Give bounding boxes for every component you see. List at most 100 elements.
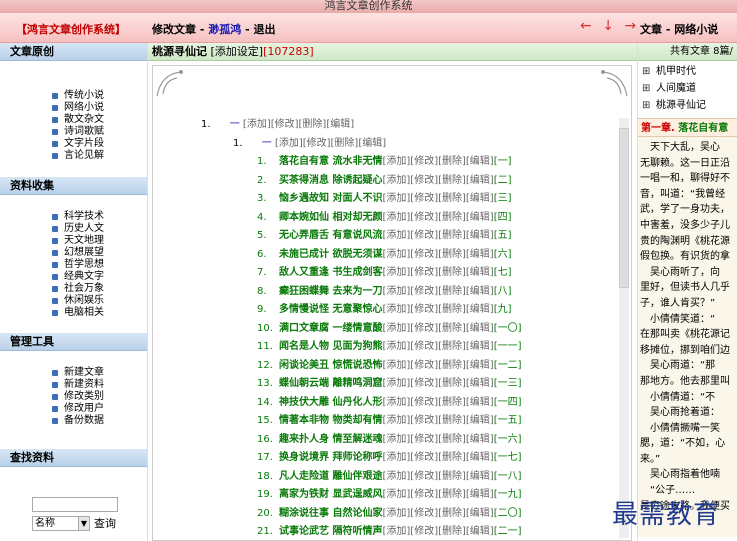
chapter-title-link[interactable]: 闲谈论美丑 惊慌说恐怖 [279, 360, 382, 371]
system-name[interactable]: 【鸿言文章创作系统】 [16, 21, 126, 37]
sidebar-item[interactable]: 网络小说 [52, 102, 147, 114]
tree-level2: 1. 一 [添加][修改][删除][编辑] [153, 135, 633, 154]
sidebar-item[interactable]: 休闲娱乐 [52, 295, 147, 307]
chapter-title-link[interactable]: 卿本婉如仙 相对却无颜 [279, 212, 382, 223]
book-item[interactable]: 桃源寻仙记 [642, 97, 737, 114]
reader-text: 天下大乱，吴心 无聊赖。这一日正沿 一唱一和，聊得好不 音，叫道：“我曾经 武，学了一身… [638, 137, 737, 537]
chapter-title-link[interactable]: 离家为铁财 显武逞威风 [279, 489, 382, 500]
sidebar-item[interactable]: 诗词歌赋 [52, 126, 147, 138]
search-field-select[interactable]: 名称 ▼ [32, 515, 90, 531]
chapter-index: [二〇] [493, 507, 522, 519]
chapter-title-link[interactable]: 多情慢说怪 无意聚惊心 [279, 304, 382, 315]
chapter-ops[interactable]: [添加][修改][删除][编辑] [382, 471, 493, 482]
level2-ops[interactable]: [添加][修改][删除][编辑] [275, 138, 386, 149]
user-link[interactable]: 渺孤鸿 [208, 23, 241, 36]
chapter-ops[interactable]: [添加][修改][删除][编辑] [382, 397, 493, 408]
chapter-ops[interactable]: [添加][修改][删除][编辑] [382, 415, 493, 426]
logout-link[interactable]: 退出 [253, 23, 275, 36]
sidebar-item[interactable]: 电脑相关 [52, 307, 147, 319]
chapter-ops[interactable]: [添加][修改][删除][编辑] [382, 434, 493, 445]
chapter-row: 15. 情著本非物 物类却有情[添加][修改][删除][编辑][一五] [153, 412, 633, 431]
scroll-thumb[interactable] [619, 128, 629, 288]
chapter-title-link[interactable]: 换身说境界 拜师论称呼 [279, 452, 382, 463]
chapter-ops[interactable]: [添加][修改][删除][编辑] [382, 193, 493, 204]
sidebar-item[interactable]: 修改类别 [52, 391, 147, 403]
sidebar-item[interactable]: 言论见解 [52, 150, 147, 162]
chapter-ops[interactable]: [添加][修改][删除][编辑] [382, 249, 493, 260]
chapter-ops[interactable]: [添加][修改][删除][编辑] [382, 341, 493, 352]
sidebar-item[interactable]: 文字片段 [52, 138, 147, 150]
chapter-title-link[interactable]: 凡人走险道 雕仙伴艰途 [279, 471, 382, 482]
chapter-title-link[interactable]: 恼乡遇故知 对面人不识 [279, 193, 382, 204]
chapter-title-link[interactable]: 趣来扑人身 情至解迷魂 [279, 434, 382, 445]
reader-line: 武，学了一身功夫， [640, 204, 730, 216]
chapter-title-link[interactable]: 无心弄唇舌 有意说风流 [279, 230, 382, 241]
chapter-num: 10. [257, 322, 273, 334]
chapter-title-link[interactable]: 闻名是人物 见面为狗熊 [279, 341, 382, 352]
chapter-ops[interactable]: [添加][修改][删除][编辑] [382, 286, 493, 297]
chapter-num: 13. [257, 378, 273, 389]
sidebar-item[interactable]: 天文地理 [52, 235, 147, 247]
chapter-ops[interactable]: [添加][修改][删除][编辑] [382, 508, 493, 519]
arrow-down-icon[interactable]: ↓ [602, 18, 614, 34]
chapter-ops[interactable]: [添加][修改][删除][编辑] [382, 323, 493, 334]
chapter-ops[interactable]: [添加][修改][删除][编辑] [382, 212, 493, 223]
add-setting-link[interactable]: [添加设定] [211, 45, 264, 58]
chapter-ops[interactable]: [添加][修改][删除][编辑] [382, 360, 493, 371]
chevron-down-icon[interactable]: ▼ [78, 516, 89, 530]
arrow-left-icon[interactable]: ← [580, 18, 592, 34]
sidebar-item[interactable]: 新建资料 [52, 379, 147, 391]
chapter-index: [一] [493, 156, 512, 167]
sidebar-item[interactable]: 传统小说 [52, 90, 147, 102]
chapter-ops[interactable]: [添加][修改][删除][编辑] [382, 230, 493, 241]
chapter-index: [一九] [493, 489, 522, 500]
sidebar-item[interactable]: 历史人文 [52, 223, 147, 235]
chapter-title-link[interactable]: 未施已成计 欲脱无须谋 [279, 249, 382, 260]
chapter-title-link[interactable]: 买茶得消息 除诱起疑心 [279, 175, 382, 186]
chapter-ops[interactable]: [添加][修改][删除][编辑] [382, 267, 493, 278]
chapter-num: 9. [257, 304, 267, 315]
chapter-title-link[interactable]: 神技伏大雕 仙丹化人形 [279, 397, 382, 408]
chapter-row: 14. 神技伏大雕 仙丹化人形[添加][修改][删除][编辑][一四] [153, 394, 633, 413]
main-content: 桃源寻仙记 [添加设定][107283] 1. 一 [添加][修改][删除][编… [148, 43, 637, 541]
sidebar-item[interactable]: 备份数据 [52, 415, 147, 427]
chapter-row: 4. 卿本婉如仙 相对却无颜[添加][修改][删除][编辑][四] [153, 209, 633, 228]
chapter-title-link[interactable]: 情著本非物 物类却有情 [279, 415, 382, 426]
chapter-title-link[interactable]: 满口文章腐 一缕情意酸 [279, 323, 382, 334]
sidebar-item[interactable]: 幻想展望 [52, 247, 147, 259]
search-button[interactable]: 查询 [94, 515, 116, 531]
chapter-ops[interactable]: [添加][修改][删除][编辑] [382, 378, 493, 389]
chapter-num: 18. [257, 470, 273, 482]
sidebar-item[interactable]: 哲学思想 [52, 259, 147, 271]
chapter-title-link[interactable]: 试事论武艺 隔符听情声 [279, 526, 382, 537]
sidebar-item[interactable]: 散文杂文 [52, 114, 147, 126]
chapter-ops[interactable]: [添加][修改][删除][编辑] [382, 175, 493, 186]
chapter-ops[interactable]: [添加][修改][删除][编辑] [382, 304, 493, 315]
reader-line: 吴心雨听了，向 [640, 266, 720, 278]
chapter-index: [二] [493, 174, 512, 186]
chapter-ops[interactable]: [添加][修改][删除][编辑] [382, 489, 493, 500]
sidebar-item[interactable]: 修改用户 [52, 403, 147, 415]
sidebar-item[interactable]: 科学技术 [52, 211, 147, 223]
edit-article-link[interactable]: 修改文章 [152, 23, 196, 36]
sidebar-item[interactable]: 经典文字 [52, 271, 147, 283]
chapter-title-link[interactable]: 敌人又重逢 书生成剑客 [279, 267, 382, 278]
book-item[interactable]: 人间魔道 [642, 80, 737, 97]
chapter-ops[interactable]: [添加][修改][删除][编辑] [382, 452, 493, 463]
chapter-title-link[interactable]: 落花自有意 流水非无情 [279, 156, 382, 167]
chapter-title-link[interactable]: 糊涂说往事 自然论仙家 [279, 508, 382, 519]
sidebar-item[interactable]: 新建文章 [52, 367, 147, 379]
chapter-heading: 第一章. 落花自有意 [638, 118, 737, 137]
chapter-ops[interactable]: [添加][修改][删除][编辑] [382, 526, 493, 537]
sidebar-item[interactable]: 社会万象 [52, 283, 147, 295]
chapter-title-link[interactable]: 蝶仙朝云端 離精鸣洞窟 [279, 378, 382, 389]
chapter-ops[interactable]: [添加][修改][删除][编辑] [382, 156, 493, 167]
search-input[interactable] [32, 497, 118, 512]
level1-ops[interactable]: [添加][修改][删除][编辑] [243, 119, 354, 130]
arrow-right-icon[interactable]: → [624, 18, 636, 34]
section-items: 新建文章 新建资料 修改类别 修改用户 备份数据 [0, 351, 147, 449]
book-item[interactable]: 机甲时代 [642, 63, 737, 80]
reader-line: 小倩倩道：“不 [640, 391, 716, 403]
vertical-scrollbar[interactable] [619, 118, 629, 538]
chapter-title-link[interactable]: 癫狂困蝶舞 去来为一刀 [279, 286, 382, 297]
